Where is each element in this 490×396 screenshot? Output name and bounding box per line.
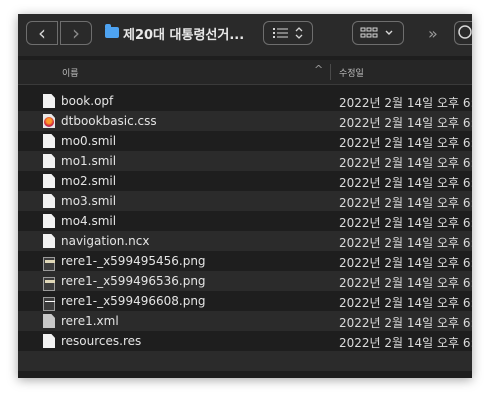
column-name-header[interactable]: 이름 — [62, 66, 79, 79]
column-header: 이름 ^ 수정일 — [18, 60, 472, 85]
document-icon — [43, 154, 55, 168]
file-row[interactable]: navigation.ncx 2022년 2월 14일 오후 6:4 — [18, 231, 472, 251]
window-title: 제20대 대통령선거... — [123, 28, 245, 43]
document-icon — [43, 214, 55, 228]
document-icon — [43, 174, 55, 188]
file-list: book.opf 2022년 2월 14일 오후 6:4 dtbookbasic… — [18, 91, 472, 371]
file-date: 2022년 2월 14일 오후 6:4 — [339, 316, 472, 330]
file-name: rere1.xml — [61, 314, 119, 328]
file-date: 2022년 2월 14일 오후 6:4 — [339, 156, 472, 170]
column-divider[interactable] — [330, 64, 331, 80]
file-row[interactable]: mo3.smil 2022년 2월 14일 오후 6:4 — [18, 191, 472, 211]
file-row[interactable]: mo0.smil 2022년 2월 14일 오후 6:4 — [18, 131, 472, 151]
search-button[interactable] — [454, 21, 472, 45]
list-view-icon — [273, 27, 303, 39]
file-date: 2022년 2월 14일 오후 6:4 — [339, 136, 472, 150]
folder-icon — [105, 24, 119, 38]
file-name: dtbookbasic.css — [61, 114, 157, 128]
column-date-header[interactable]: 수정일 — [339, 66, 364, 79]
empty-row — [18, 351, 472, 371]
css-file-icon — [43, 114, 55, 128]
file-row[interactable]: rere1-_x599495456.png 2022년 2월 14일 오후 6:… — [18, 251, 472, 271]
file-name: rere1-_x599496536.png — [61, 274, 206, 288]
back-button[interactable]: ‹ — [26, 21, 58, 45]
search-icon — [458, 25, 472, 39]
image-file-icon — [43, 277, 55, 291]
file-name: book.opf — [61, 94, 114, 108]
document-icon — [43, 334, 55, 348]
file-row[interactable]: mo2.smil 2022년 2월 14일 오후 6:4 — [18, 171, 472, 191]
file-name: mo3.smil — [61, 194, 117, 208]
file-row[interactable]: mo4.smil 2022년 2월 14일 오후 6:4 — [18, 211, 472, 231]
file-row[interactable]: dtbookbasic.css 2022년 2월 14일 오후 6:4 — [18, 111, 472, 131]
forward-button[interactable]: › — [60, 21, 92, 45]
grid-icon — [360, 27, 393, 38]
file-name: mo1.smil — [61, 154, 117, 168]
file-name: mo4.smil — [61, 214, 117, 228]
file-name: navigation.ncx — [61, 234, 150, 248]
file-row[interactable]: rere1-_x599496608.png 2022년 2월 14일 오후 6:… — [18, 291, 472, 311]
xml-file-icon — [43, 314, 55, 328]
file-date: 2022년 2월 14일 오후 6:4 — [339, 276, 472, 290]
file-date: 2022년 2월 14일 오후 6:4 — [339, 336, 472, 350]
file-date: 2022년 2월 14일 오후 6:4 — [339, 116, 472, 130]
toolbar: ‹ › 제20대 대통령선거... » — [18, 14, 472, 56]
document-icon — [43, 94, 55, 108]
document-icon — [43, 234, 55, 248]
sort-ascending-icon[interactable]: ^ — [314, 63, 323, 76]
file-row[interactable]: mo1.smil 2022년 2월 14일 오후 6:4 — [18, 151, 472, 171]
file-name: rere1-_x599496608.png — [61, 294, 206, 308]
file-name: resources.res — [61, 334, 142, 348]
view-options-button[interactable] — [263, 21, 313, 45]
file-date: 2022년 2월 14일 오후 6:4 — [339, 96, 472, 110]
file-date: 2022년 2월 14일 오후 6:4 — [339, 236, 472, 250]
finder-window: ‹ › 제20대 대통령선거... » 이름 ^ 수정일 book.opf 20… — [18, 14, 472, 378]
file-date: 2022년 2월 14일 오후 6:4 — [339, 256, 472, 270]
chevron-left-icon: ‹ — [38, 21, 46, 45]
file-row[interactable]: rere1.xml 2022년 2월 14일 오후 6:4 — [18, 311, 472, 331]
file-row[interactable]: rere1-_x599496536.png 2022년 2월 14일 오후 6:… — [18, 271, 472, 291]
image-file-icon — [43, 257, 55, 271]
file-row[interactable]: book.opf 2022년 2월 14일 오후 6:4 — [18, 91, 472, 111]
image-file-icon — [43, 297, 55, 311]
file-date: 2022년 2월 14일 오후 6:4 — [339, 296, 472, 310]
document-icon — [43, 194, 55, 208]
file-date: 2022년 2월 14일 오후 6:4 — [339, 196, 472, 210]
chevron-right-icon: › — [72, 21, 80, 45]
file-name: rere1-_x599495456.png — [61, 254, 206, 268]
file-date: 2022년 2월 14일 오후 6:4 — [339, 176, 472, 190]
document-icon — [43, 134, 55, 148]
file-date: 2022년 2월 14일 오후 6:4 — [339, 216, 472, 230]
more-toolbar-icon[interactable]: » — [428, 24, 438, 43]
file-row[interactable]: resources.res 2022년 2월 14일 오후 6:4 — [18, 331, 472, 351]
file-name: mo2.smil — [61, 174, 117, 188]
file-name: mo0.smil — [61, 134, 117, 148]
group-by-button[interactable] — [352, 21, 404, 45]
